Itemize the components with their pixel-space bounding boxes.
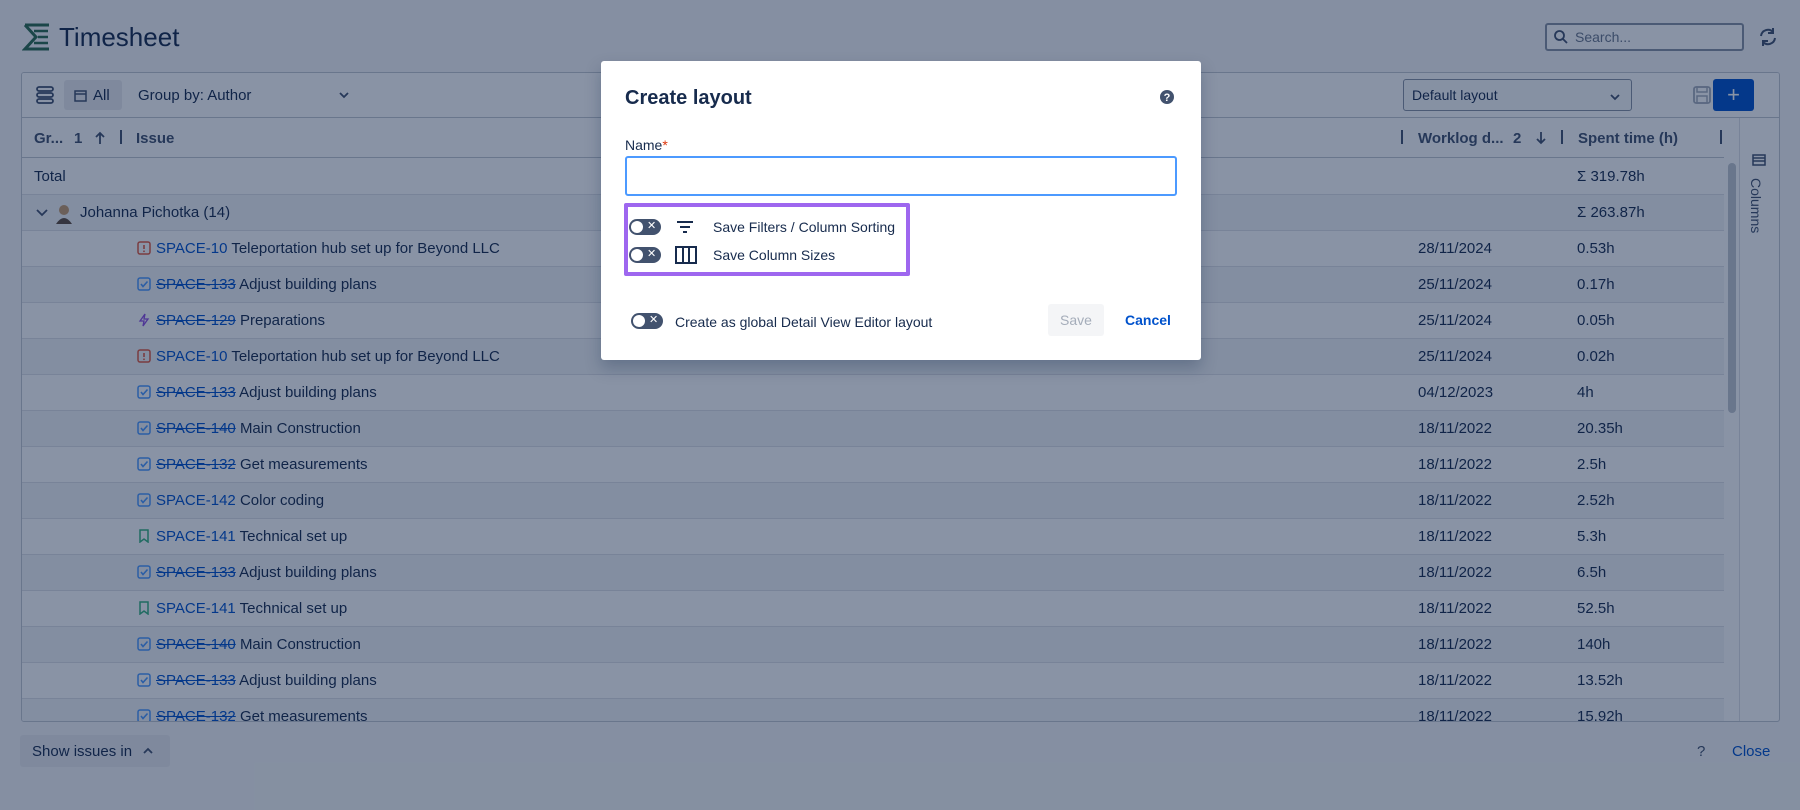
save-filters-label: Save Filters / Column Sorting [713,219,896,235]
global-layout-toggle[interactable]: ✕ [631,313,663,329]
create-layout-dialog: Create layout ? Name* ✕ Save Filters / C… [601,61,1201,360]
help-icon[interactable]: ? [1159,89,1175,105]
toggle-off-icon: ✕ [647,220,657,232]
global-layout-option: ✕ [631,311,671,331]
toggle-knob [633,315,645,327]
save-button[interactable]: Save [1048,304,1104,336]
filter-lines-icon [677,221,693,233]
columns-icon [675,246,697,264]
toggle-knob [631,249,643,261]
timesheet-app: Timesheet Search... All Group by: Author… [0,0,1800,810]
layout-name-input[interactable] [625,156,1177,196]
global-layout-label: Create as global Detail View Editor layo… [675,314,933,330]
required-marker: * [662,137,668,153]
name-label-text: Name [625,137,663,153]
toggle-knob [631,221,643,233]
dialog-title: Create layout [625,87,752,109]
save-filters-option: ✕ Save Filters / Column Sorting [629,217,909,237]
save-filters-toggle[interactable]: ✕ [629,219,661,235]
toggle-off-icon: ✕ [647,248,657,260]
svg-text:?: ? [1164,92,1171,104]
save-column-sizes-toggle[interactable]: ✕ [629,247,661,263]
cancel-button[interactable]: Cancel [1113,304,1183,336]
toggle-off-icon: ✕ [649,314,659,326]
name-field-label: Name* [625,137,668,153]
options-highlight [624,203,910,276]
save-column-sizes-label: Save Column Sizes [713,247,836,263]
save-column-sizes-option: ✕ Save Column Sizes [629,245,909,265]
